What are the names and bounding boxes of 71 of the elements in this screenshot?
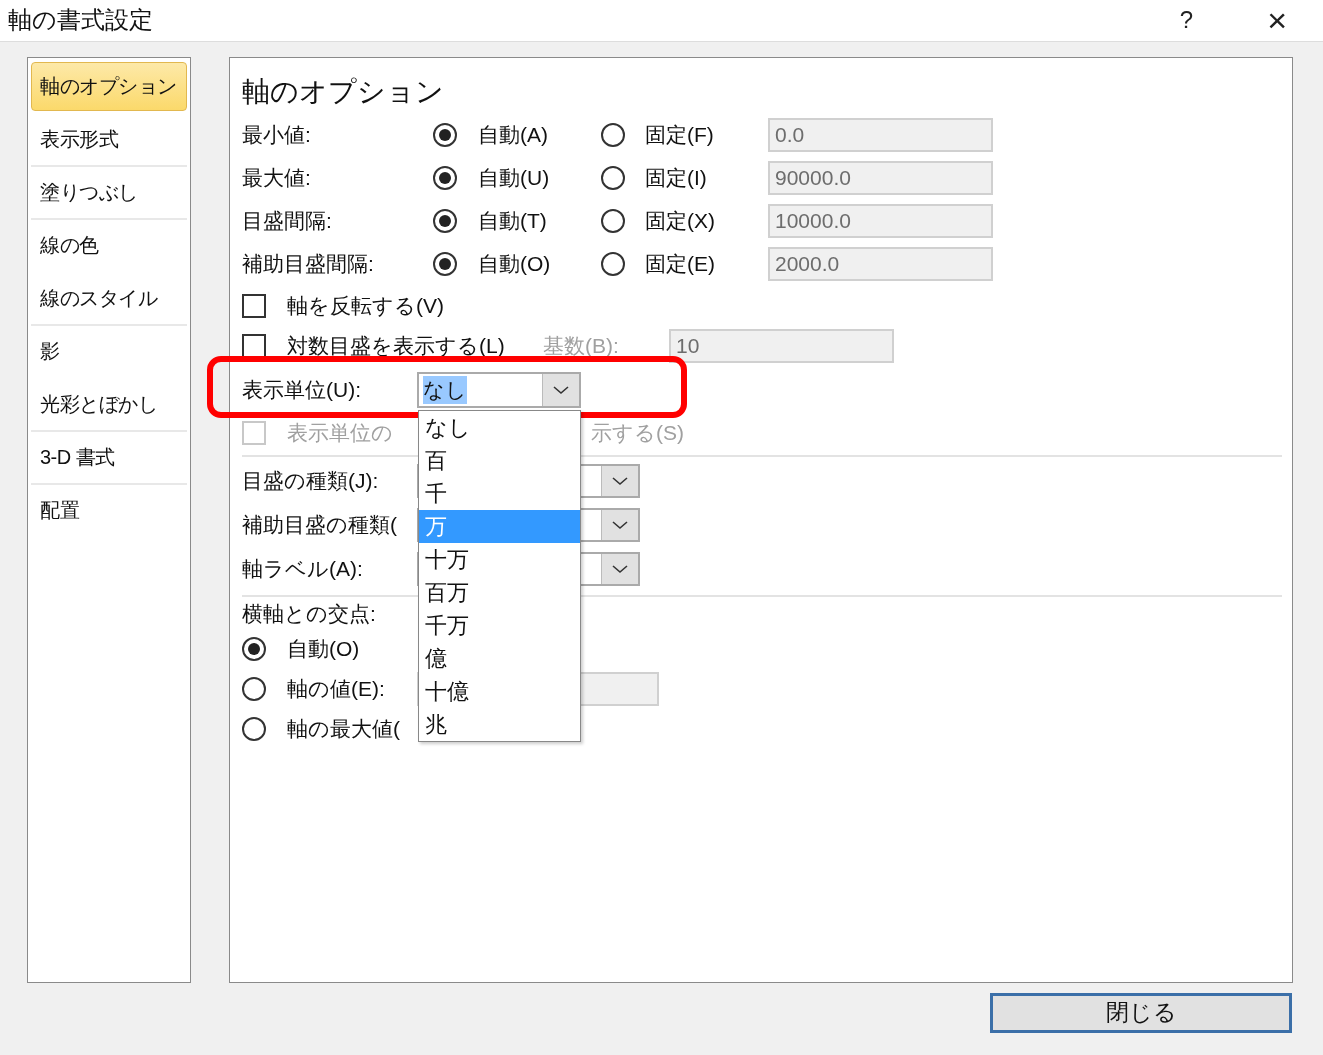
checkbox-label: 軸を反転する(V): [287, 292, 444, 319]
radio-label: 軸の値(E):: [287, 675, 386, 702]
radio-button[interactable]: [433, 123, 457, 148]
checkbox-label: 対数目盛を表示する(L): [287, 332, 506, 359]
field-label: 目盛の種類(J):: [242, 467, 380, 494]
radio-label: 固定(X): [645, 208, 716, 235]
field-label: 基数(B):: [543, 332, 620, 359]
radio-label: 固定(F): [645, 122, 715, 149]
field-label: 目盛間隔:: [242, 208, 333, 235]
dropdown-option[interactable]: 千: [419, 476, 580, 510]
chevron-down-icon: [552, 384, 570, 395]
group-label: 横軸との交点:: [242, 600, 376, 627]
radio-label: 固定(E): [645, 251, 716, 278]
sidebar-item[interactable]: 塗りつぶし: [31, 167, 187, 217]
checkbox-label: 示する(S): [591, 420, 684, 447]
window-title: 軸の書式設定: [8, 5, 154, 36]
close-button[interactable]: ×: [1261, 0, 1293, 40]
radio-button[interactable]: [242, 716, 266, 741]
dropdown-option[interactable]: なし: [419, 410, 580, 444]
radio-button[interactable]: [433, 252, 457, 277]
input-field[interactable]: 10000.0: [768, 204, 993, 239]
dropdown-option[interactable]: 十億: [419, 674, 580, 708]
radio-label: 軸の最大値(: [287, 715, 401, 742]
input-field[interactable]: 10: [669, 328, 894, 363]
sidebar-item[interactable]: 軸のオプション: [31, 61, 187, 111]
radio-button[interactable]: [433, 166, 457, 191]
field-label: 表示単位(U):: [242, 376, 362, 403]
help-button[interactable]: ?: [1173, 6, 1200, 35]
radio-button[interactable]: [601, 252, 625, 277]
checkbox[interactable]: [242, 293, 266, 318]
chevron-down-icon: [611, 519, 629, 530]
dropdown-option[interactable]: 兆: [419, 707, 580, 741]
radio-label: 自動(U): [478, 165, 551, 192]
field-label: 補助目盛間隔:: [242, 251, 375, 278]
field-label: 最大値:: [242, 165, 312, 192]
section-heading: 軸のオプション: [242, 74, 445, 109]
sidebar-item[interactable]: 線のスタイル: [31, 273, 187, 323]
close-button[interactable]: 閉じる: [990, 992, 1292, 1033]
radio-label: 自動(O): [478, 251, 552, 278]
dropdown-option[interactable]: 十万: [419, 542, 580, 576]
field-label: 軸ラベル(A):: [242, 555, 364, 582]
checkbox[interactable]: [242, 333, 266, 358]
radio-button[interactable]: [601, 123, 625, 148]
chevron-down-icon: [611, 475, 629, 486]
dropdown-option[interactable]: 百万: [419, 575, 580, 609]
dropdown-option[interactable]: 千万: [419, 608, 580, 642]
radio-button[interactable]: [601, 209, 625, 234]
dropdown-field[interactable]: なし: [417, 371, 581, 408]
sidebar-item[interactable]: 配置: [31, 485, 187, 535]
dropdown-option[interactable]: 億: [419, 641, 580, 675]
sidebar-item[interactable]: 表示形式: [31, 114, 187, 164]
sidebar-item[interactable]: 影: [31, 326, 187, 376]
sidebar-item[interactable]: 線の色: [31, 220, 187, 270]
checkbox-label: 表示単位の: [287, 421, 393, 445]
radio-label: 自動(A): [478, 122, 549, 149]
input-field[interactable]: 0.0: [768, 118, 993, 153]
radio-button[interactable]: [601, 166, 625, 191]
dropdown-option[interactable]: 百: [419, 443, 580, 477]
radio-label: 自動(T): [478, 208, 548, 235]
radio-button[interactable]: [433, 209, 457, 234]
radio-button[interactable]: [242, 636, 266, 661]
sidebar-item[interactable]: 3-D 書式: [31, 432, 187, 482]
radio-label: 自動(O): [287, 635, 361, 662]
radio-button[interactable]: [242, 676, 266, 701]
field-label: 補助目盛の種類(: [242, 511, 398, 538]
input-field[interactable]: 2000.0: [768, 247, 993, 282]
input-field[interactable]: 90000.0: [768, 161, 993, 196]
field-label: 最小値:: [242, 122, 312, 149]
radio-label: 固定(I): [645, 165, 708, 192]
chevron-down-icon: [611, 563, 629, 574]
sidebar-item[interactable]: 光彩とぼかし: [31, 379, 187, 429]
